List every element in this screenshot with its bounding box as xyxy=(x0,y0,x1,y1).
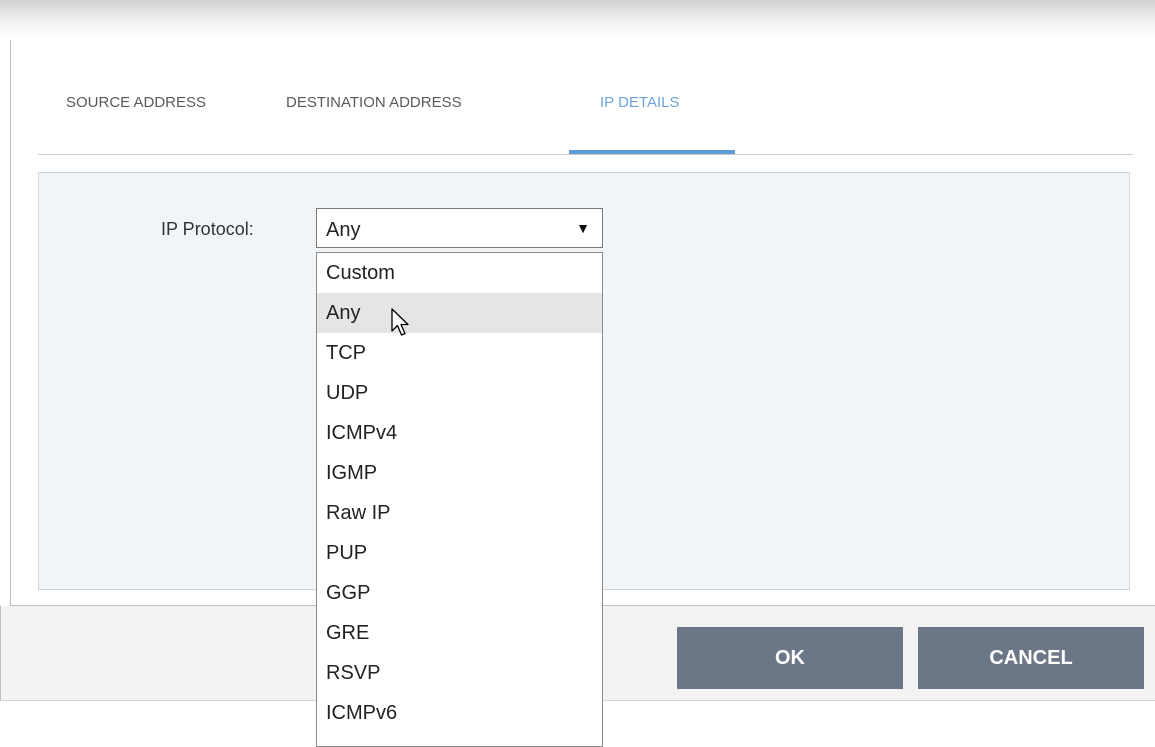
ok-button[interactable]: OK xyxy=(677,627,903,689)
ip-protocol-select[interactable]: Any ▼ xyxy=(316,208,603,248)
dropdown-option-raw-ip[interactable]: Raw IP xyxy=(317,493,602,533)
dropdown-option-gre[interactable]: GRE xyxy=(317,613,602,653)
dropdown-option-tcp[interactable]: TCP xyxy=(317,333,602,373)
caret-down-icon[interactable]: ▼ xyxy=(576,220,590,236)
dropdown-option-icmpv6[interactable]: ICMPv6 xyxy=(317,693,602,733)
dropdown-option-custom[interactable]: Custom xyxy=(317,253,602,293)
window-top-shadow xyxy=(0,0,1155,40)
ip-protocol-selected-value: Any xyxy=(326,219,361,241)
dropdown-option-rsvp[interactable]: RSVP xyxy=(317,653,602,693)
tab-destination-address[interactable]: DESTINATION ADDRESS xyxy=(286,94,462,111)
cancel-button[interactable]: CANCEL xyxy=(918,627,1144,689)
tab-ip-details[interactable]: IP DETAILS xyxy=(600,94,679,111)
dropdown-option-igmp[interactable]: IGMP xyxy=(317,453,602,493)
dropdown-option-icmpv4[interactable]: ICMPv4 xyxy=(317,413,602,453)
tab-divider xyxy=(38,154,1133,155)
dropdown-option-ggp[interactable]: GGP xyxy=(317,573,602,613)
ip-protocol-dropdown-list: Custom Any TCP UDP ICMPv4 IGMP Raw IP PU… xyxy=(316,252,603,747)
tab-source-address[interactable]: SOURCE ADDRESS xyxy=(66,94,206,111)
dropdown-option-pup[interactable]: PUP xyxy=(317,533,602,573)
ip-protocol-label: IP Protocol: xyxy=(161,219,254,239)
dropdown-option-any[interactable]: Any xyxy=(317,293,602,333)
tab-bar: SOURCE ADDRESS DESTINATION ADDRESS IP DE… xyxy=(38,86,1133,158)
mouse-pointer-icon xyxy=(391,308,409,336)
dropdown-option-udp[interactable]: UDP xyxy=(317,373,602,413)
